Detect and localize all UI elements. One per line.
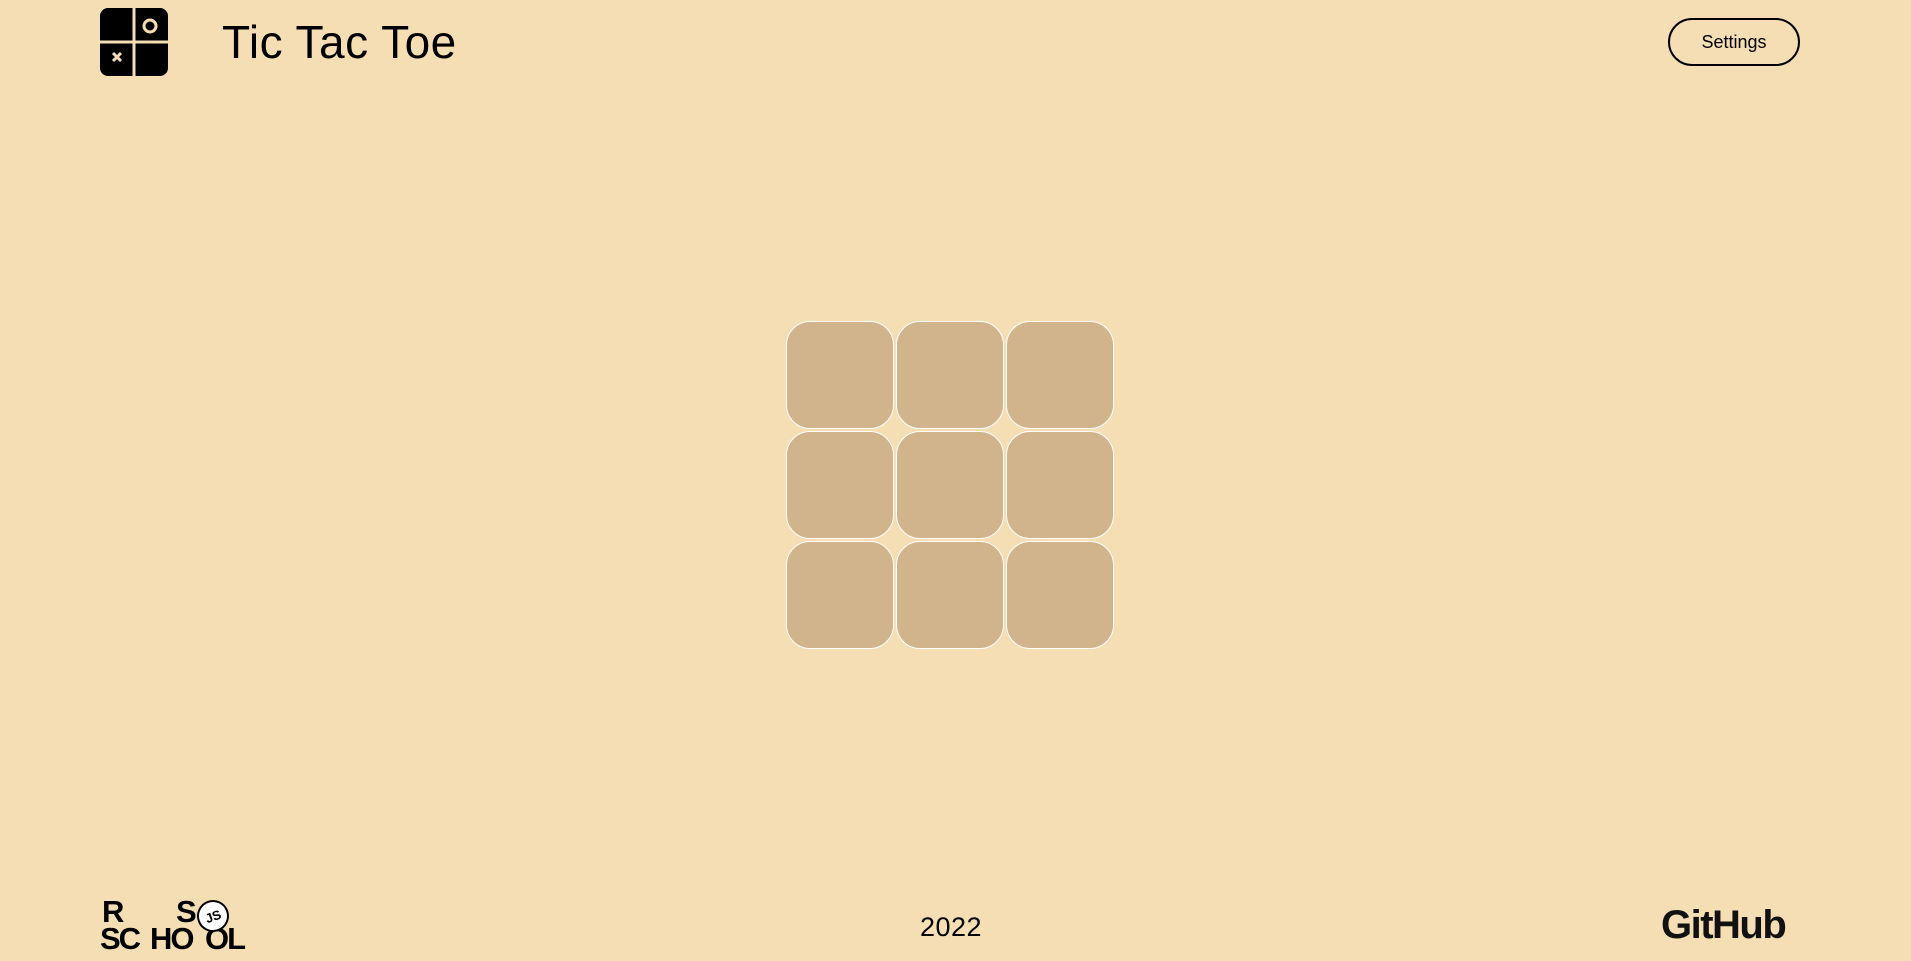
tic-tac-toe-logo-icon[interactable] xyxy=(100,8,168,76)
page-title: Tic Tac Toe xyxy=(222,16,457,68)
board-cell-5[interactable] xyxy=(896,431,1004,539)
board-cell-8[interactable] xyxy=(896,541,1004,649)
rs-logo-ho: HO xyxy=(150,921,194,956)
rs-logo-sc: SC xyxy=(100,921,141,956)
board-cell-7[interactable] xyxy=(786,541,894,649)
board-cell-3[interactable] xyxy=(1006,321,1114,429)
rs-school-js-logo-icon[interactable]: R S SC HO OL JS xyxy=(100,880,255,956)
board-cell-1[interactable] xyxy=(786,321,894,429)
game-board xyxy=(786,321,1116,651)
page-header: Tic Tac Toe Settings xyxy=(0,0,1911,90)
board-cell-2[interactable] xyxy=(896,321,1004,429)
copyright-year: 2022 xyxy=(920,912,983,942)
github-link[interactable]: GitHub xyxy=(1661,902,1787,948)
board-cell-4[interactable] xyxy=(786,431,894,539)
settings-button[interactable]: Settings xyxy=(1668,18,1800,66)
board-cell-9[interactable] xyxy=(1006,541,1114,649)
board-cell-6[interactable] xyxy=(1006,431,1114,539)
page-footer: R S SC HO OL JS 2022 GitHub xyxy=(0,880,1911,961)
